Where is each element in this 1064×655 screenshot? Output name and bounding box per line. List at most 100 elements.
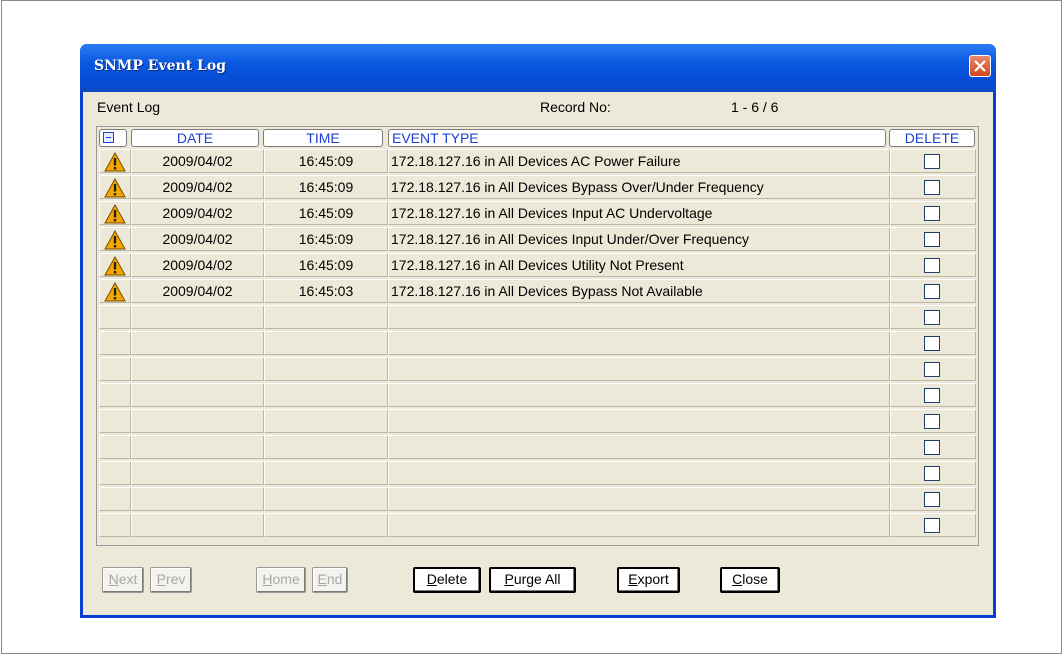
row-delete-cell — [890, 253, 976, 277]
row-event-type: 172.18.127.16 in All Devices Input Under… — [388, 227, 890, 251]
column-header-time[interactable]: TIME — [263, 129, 383, 147]
delete-checkbox[interactable] — [924, 310, 940, 325]
row-event-type: 172.18.127.16 in All Devices Bypass Over… — [388, 175, 890, 199]
row-event-type: 172.18.127.16 in All Devices AC Power Fa… — [388, 149, 890, 173]
table-row[interactable]: 2009/04/02 16:45:09 172.18.127.16 in All D… — [99, 227, 976, 251]
table-row[interactable]: 2009/04/02 16:45:09 172.18.127.16 in All D… — [99, 175, 976, 199]
row-event-type — [388, 331, 890, 355]
row-icon-cell — [99, 305, 131, 329]
row-time — [264, 513, 388, 537]
column-header-date[interactable]: DATE — [131, 129, 259, 147]
sort-toggle-button[interactable] — [99, 129, 127, 147]
row-event-type — [388, 305, 890, 329]
table-row[interactable]: 2009/04/02 16:45:09 172.18.127.16 in All D… — [99, 253, 976, 277]
table-row[interactable] — [99, 487, 976, 511]
warning-icon — [104, 203, 126, 224]
row-time: 16:45:09 — [264, 227, 388, 251]
table-row[interactable] — [99, 435, 976, 459]
table-row[interactable] — [99, 357, 976, 381]
export-button[interactable]: Export — [617, 567, 680, 593]
row-time: 16:45:09 — [264, 175, 388, 199]
row-icon-cell — [99, 331, 131, 355]
row-delete-cell — [890, 149, 976, 173]
delete-checkbox[interactable] — [924, 492, 940, 507]
delete-checkbox[interactable] — [924, 440, 940, 455]
table-row[interactable]: 2009/04/02 16:45:09 172.18.127.16 in All D… — [99, 201, 976, 225]
export-label: xport — [637, 571, 669, 587]
delete-checkbox[interactable] — [924, 284, 940, 299]
title-bar[interactable]: SNMP Event Log — [80, 44, 996, 92]
table-row[interactable] — [99, 513, 976, 537]
table-row[interactable] — [99, 461, 976, 485]
row-delete-cell — [890, 383, 976, 407]
delete-button[interactable]: Delete — [413, 567, 481, 593]
delete-checkbox[interactable] — [924, 518, 940, 533]
event-log-label: Event Log — [97, 99, 161, 115]
next-button[interactable]: Next — [102, 567, 144, 593]
row-delete-cell — [890, 201, 976, 225]
delete-checkbox[interactable] — [924, 154, 940, 169]
row-time — [264, 435, 388, 459]
row-icon-cell — [99, 487, 131, 511]
row-delete-cell — [890, 331, 976, 355]
row-date — [131, 305, 264, 329]
row-delete-cell — [890, 357, 976, 381]
delete-checkbox[interactable] — [924, 388, 940, 403]
row-icon-cell — [99, 279, 131, 303]
delete-checkbox[interactable] — [924, 232, 940, 247]
row-icon-cell — [99, 383, 131, 407]
close-window-button[interactable] — [969, 55, 991, 77]
row-event-type — [388, 513, 890, 537]
warning-icon — [104, 151, 126, 172]
delete-checkbox[interactable] — [924, 258, 940, 273]
column-header-delete[interactable]: DELETE — [889, 129, 975, 147]
row-icon-cell — [99, 253, 131, 277]
table-row[interactable] — [99, 383, 976, 407]
table-row[interactable]: 2009/04/02 16:45:09 172.18.127.16 in All D… — [99, 149, 976, 173]
delete-checkbox[interactable] — [924, 466, 940, 481]
delete-checkbox[interactable] — [924, 362, 940, 377]
snmp-event-log-window: SNMP Event Log Event Log Record No: 1 - … — [80, 44, 996, 618]
export-label-mnemonic: E — [628, 571, 638, 587]
row-date — [131, 487, 264, 511]
row-time: 16:45:09 — [264, 253, 388, 277]
row-delete-cell — [890, 461, 976, 485]
row-event-type — [388, 461, 890, 485]
row-date: 2009/04/02 — [131, 227, 264, 251]
table-row[interactable] — [99, 409, 976, 433]
delete-checkbox[interactable] — [924, 336, 940, 351]
home-button[interactable]: Home — [256, 567, 306, 593]
prev-label-mnemonic: P — [156, 571, 166, 587]
home-label: ome — [272, 571, 300, 587]
delete-checkbox[interactable] — [924, 414, 940, 429]
collapse-icon — [103, 132, 114, 143]
row-event-type — [388, 383, 890, 407]
row-delete-cell — [890, 175, 976, 199]
column-header-event-type[interactable]: EVENT TYPE — [388, 129, 886, 147]
row-time — [264, 461, 388, 485]
delete-checkbox[interactable] — [924, 180, 940, 195]
row-event-type: 172.18.127.16 in All Devices Utility Not… — [388, 253, 890, 277]
row-delete-cell — [890, 409, 976, 433]
record-range: 1 - 6 / 6 — [731, 99, 779, 115]
end-button[interactable]: End — [312, 567, 348, 593]
row-date — [131, 513, 264, 537]
delete-checkbox[interactable] — [924, 206, 940, 221]
row-date — [131, 331, 264, 355]
next-label: ext — [118, 571, 138, 587]
warning-icon — [104, 177, 126, 198]
row-date: 2009/04/02 — [131, 175, 264, 199]
row-delete-cell — [890, 435, 976, 459]
close-button[interactable]: Close — [720, 567, 780, 593]
warning-icon — [104, 281, 126, 302]
row-date: 2009/04/02 — [131, 149, 264, 173]
purge-all-button[interactable]: Purge All — [489, 567, 576, 593]
record-no-label: Record No: — [540, 99, 611, 115]
row-delete-cell — [890, 227, 976, 251]
table-row[interactable] — [99, 305, 976, 329]
table-row[interactable]: 2009/04/02 16:45:03 172.18.127.16 in All D… — [99, 279, 976, 303]
prev-button[interactable]: Prev — [150, 567, 192, 593]
table-row[interactable] — [99, 331, 976, 355]
row-date — [131, 383, 264, 407]
row-event-type: 172.18.127.16 in All Devices Input AC Un… — [388, 201, 890, 225]
